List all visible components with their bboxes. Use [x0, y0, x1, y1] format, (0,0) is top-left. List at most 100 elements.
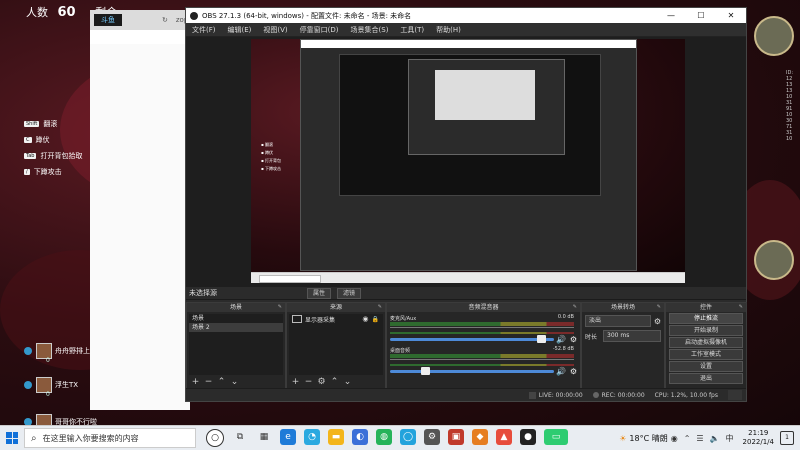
- transition-type-select[interactable]: 淡出: [585, 315, 651, 327]
- browser-address-bar[interactable]: [90, 30, 190, 45]
- dock-pin-icon[interactable]: ✎: [739, 303, 743, 312]
- maximize-button[interactable]: ☐: [686, 11, 716, 20]
- teammate-count: 0: [46, 391, 50, 398]
- start-virtual-camera-button[interactable]: 启动虚拟摄像机: [669, 337, 743, 348]
- scenes-footer: + − ⌃ ⌄: [190, 377, 242, 387]
- move-down-icon[interactable]: ⌄: [229, 377, 240, 387]
- key-hint-label: 下蹲攻击: [33, 168, 62, 176]
- settings-gear-icon[interactable]: ⚙: [424, 429, 440, 445]
- dock-pin-icon[interactable]: ✎: [573, 303, 577, 312]
- speaker-icon[interactable]: 🔈: [710, 434, 720, 443]
- speaker-icon[interactable]: 🔊: [556, 367, 566, 376]
- exit-button[interactable]: 退出: [669, 373, 743, 384]
- scene-item[interactable]: 场景: [189, 314, 283, 323]
- file-explorer-icon[interactable]: ▬: [328, 429, 344, 445]
- site-logo: 斗鱼: [94, 14, 122, 26]
- source-item[interactable]: 显示器采集 ◉ 🔒: [289, 314, 383, 324]
- remove-icon[interactable]: −: [203, 377, 214, 387]
- app-icon[interactable]: ◉: [671, 434, 678, 443]
- mixer-title: 音频混音器: [468, 304, 499, 311]
- menu-tools[interactable]: 工具(T): [400, 25, 424, 35]
- resize-grip[interactable]: [728, 390, 742, 400]
- scenes-title: 场景: [229, 304, 242, 311]
- compass-icon: [754, 240, 794, 280]
- captured-taskbar: [251, 272, 685, 283]
- add-icon[interactable]: +: [290, 377, 301, 387]
- start-recording-button[interactable]: 开始录制: [669, 325, 743, 336]
- sources-title: 来源: [329, 304, 342, 311]
- studio-mode-button[interactable]: 工作室模式: [669, 349, 743, 360]
- menu-edit[interactable]: 编辑(E): [228, 25, 252, 35]
- browser-tabbar[interactable]: 斗鱼 ↻ zop: [90, 10, 190, 30]
- windows-start-icon[interactable]: [6, 432, 18, 444]
- move-up-icon[interactable]: ⌃: [329, 377, 340, 387]
- close-button[interactable]: ✕: [716, 11, 746, 20]
- menu-file[interactable]: 文件(F): [192, 25, 216, 35]
- menu-scene-collection[interactable]: 场景集合(S): [351, 25, 389, 35]
- system-tray: ☀ 18°C 晴朗 ◉ ⌃ ☰ 🔈 中 21:19 2022/1/4 1: [619, 429, 800, 447]
- obs-titlebar[interactable]: OBS 27.1.3 (64-bit, windows) - 配置文件: 未命名…: [186, 8, 746, 23]
- captured-obs-window: [300, 39, 637, 271]
- captured-preview: [339, 54, 601, 196]
- weather-text[interactable]: 18°C 晴朗: [629, 433, 667, 444]
- obs-app-icon: [190, 11, 198, 20]
- visibility-eye-icon[interactable]: ◉: [362, 315, 368, 323]
- source-toolbar: 未选择源 属性 滤镜: [186, 287, 746, 300]
- wechat-icon[interactable]: ◍: [376, 429, 392, 445]
- volume-meter: [390, 322, 574, 326]
- dock-pin-icon[interactable]: ✎: [657, 303, 661, 312]
- controls-dock: 控件 ✎ 停止推流 开始录制 启动虚拟摄像机 工作室模式 设置 退出: [665, 302, 747, 390]
- app-icon[interactable]: ◐: [352, 429, 368, 445]
- scene-item[interactable]: 场景 2: [189, 323, 283, 332]
- app-icon[interactable]: ◯: [400, 429, 416, 445]
- preview-canvas[interactable]: ▪ 翻滚 ▪ 蹲伏 ▪ 打开背包 ▪ 下蹲攻击: [251, 39, 685, 283]
- edge-icon[interactable]: e: [280, 429, 296, 445]
- duration-input[interactable]: 300 ms: [603, 330, 661, 342]
- properties-button[interactable]: 属性: [307, 287, 332, 299]
- clock[interactable]: 21:19 2022/1/4: [743, 429, 774, 447]
- gear-icon[interactable]: ⚙: [654, 317, 661, 326]
- speaker-icon[interactable]: 🔊: [556, 335, 566, 344]
- gear-icon[interactable]: ⚙: [570, 367, 577, 376]
- minimize-button[interactable]: —: [656, 11, 686, 20]
- app-icon[interactable]: ◆: [472, 429, 488, 445]
- app-icon[interactable]: ▭: [544, 429, 568, 445]
- notification-icon[interactable]: 1: [780, 431, 794, 445]
- app-icon[interactable]: ▲: [496, 429, 512, 445]
- taskbar-search[interactable]: ⌕ 在这里输入你要搜索的内容: [24, 428, 196, 448]
- obs-window: OBS 27.1.3 (64-bit, windows) - 配置文件: 未命名…: [185, 7, 747, 402]
- lock-icon[interactable]: 🔒: [372, 316, 379, 323]
- volume-slider-knob[interactable]: [421, 367, 430, 375]
- dock-pin-icon[interactable]: ✎: [378, 303, 382, 312]
- player-icon: [24, 381, 32, 389]
- gear-icon[interactable]: ⚙: [316, 377, 327, 387]
- filters-button[interactable]: 滤镜: [337, 287, 362, 299]
- network-icon[interactable]: ☰: [696, 434, 703, 443]
- preview-area[interactable]: ▪ 翻滚 ▪ 蹲伏 ▪ 打开背包 ▪ 下蹲攻击: [186, 37, 746, 287]
- settings-button[interactable]: 设置: [669, 361, 743, 372]
- chevron-up-icon[interactable]: ⌃: [684, 434, 691, 443]
- widgets-icon[interactable]: ▦: [256, 429, 272, 445]
- volume-slider[interactable]: [390, 338, 554, 341]
- gear-icon[interactable]: ⚙: [570, 335, 577, 344]
- stop-streaming-button[interactable]: 停止推流: [669, 313, 743, 324]
- menu-view[interactable]: 视图(V): [263, 25, 287, 35]
- volume-slider-knob[interactable]: [537, 335, 547, 343]
- captured-nested-obs: [408, 59, 565, 155]
- ime-indicator[interactable]: 中: [726, 433, 734, 444]
- remove-icon[interactable]: −: [303, 377, 314, 387]
- dock-pin-icon[interactable]: ✎: [278, 303, 282, 312]
- move-down-icon[interactable]: ⌄: [342, 377, 353, 387]
- volume-slider[interactable]: [390, 370, 554, 373]
- task-view-icon[interactable]: ⧉: [232, 429, 248, 445]
- menu-help[interactable]: 帮助(H): [436, 25, 461, 35]
- menu-docks[interactable]: 停靠窗口(D): [300, 25, 339, 35]
- obs-icon[interactable]: ●: [520, 429, 536, 445]
- cortana-icon[interactable]: ○: [206, 429, 224, 447]
- people-count: 60: [57, 5, 76, 20]
- move-up-icon[interactable]: ⌃: [216, 377, 227, 387]
- app-icon[interactable]: ◔: [304, 429, 320, 445]
- refresh-icon[interactable]: ↻: [162, 16, 168, 24]
- add-icon[interactable]: +: [190, 377, 201, 387]
- game-icon[interactable]: ▣: [448, 429, 464, 445]
